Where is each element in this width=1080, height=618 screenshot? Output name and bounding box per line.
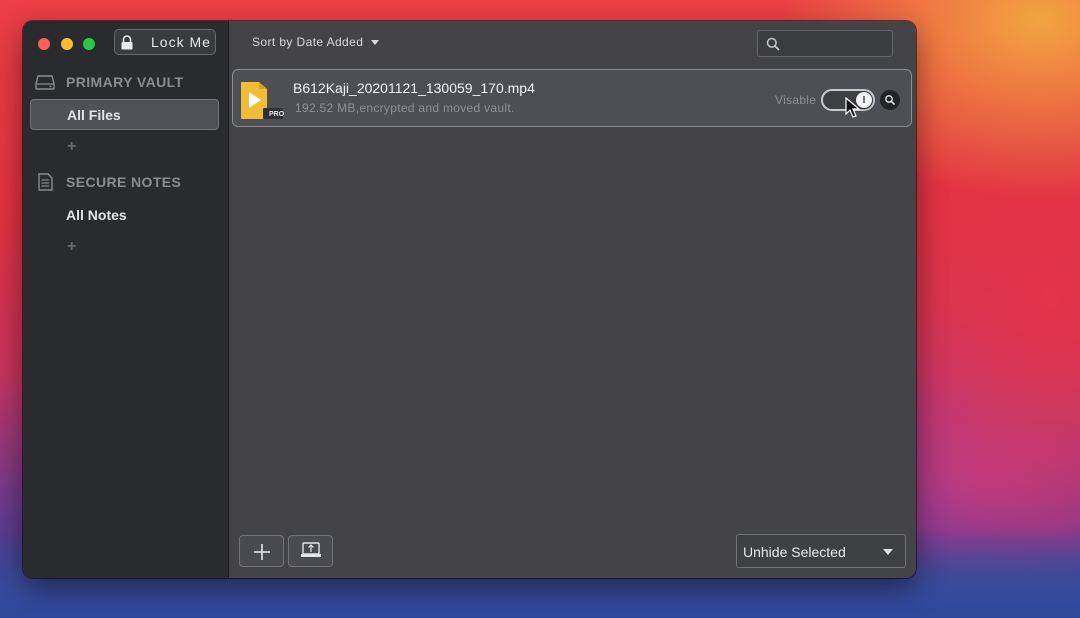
- preview-button[interactable]: [880, 90, 900, 110]
- sidebar-item-label: All Notes: [66, 207, 127, 223]
- close-window-button[interactable]: [38, 38, 50, 50]
- sidebar-item-label: All Files: [67, 107, 121, 123]
- sidebar: Lock Me PRIMARY VAULT All Files + SECURE…: [23, 21, 229, 578]
- export-usb-button[interactable]: [288, 535, 333, 567]
- unhide-label: Unhide Selected: [743, 544, 846, 560]
- main-content: Sort by Date Added PRO B612Kaji_20201121…: [229, 21, 916, 578]
- minimize-window-button[interactable]: [61, 38, 73, 50]
- sidebar-item-all-notes[interactable]: All Notes: [30, 200, 219, 231]
- file-row[interactable]: PRO B612Kaji_20201121_130059_170.mp4 192…: [232, 69, 912, 127]
- lock-icon: [121, 35, 133, 50]
- app-window: Lock Me PRIMARY VAULT All Files + SECURE…: [23, 21, 916, 578]
- zoom-window-button[interactable]: [83, 38, 95, 50]
- sort-label: Sort by Date Added: [252, 35, 364, 49]
- file-details: 192.52 MB,encrypted and moved vault.: [295, 101, 515, 115]
- drive-icon: [35, 75, 55, 90]
- search-icon: [766, 37, 780, 51]
- section-title: PRIMARY VAULT: [66, 74, 184, 90]
- chevron-down-icon: [371, 40, 380, 46]
- chevron-down-icon: [883, 549, 893, 555]
- add-vault-button[interactable]: +: [67, 138, 76, 156]
- sidebar-item-all-files[interactable]: All Files: [30, 99, 219, 130]
- search-field[interactable]: [757, 30, 893, 57]
- magnifier-icon: [885, 95, 896, 106]
- add-note-button[interactable]: +: [67, 238, 76, 256]
- lock-me-button[interactable]: Lock Me: [114, 29, 216, 55]
- usb-drive-icon: [301, 542, 321, 557]
- add-file-button[interactable]: [239, 535, 284, 567]
- section-title: SECURE NOTES: [66, 174, 182, 190]
- pro-badge: PRO: [269, 111, 285, 118]
- search-input[interactable]: [784, 34, 888, 54]
- file-name: B612Kaji_20201121_130059_170.mp4: [293, 80, 535, 96]
- sort-dropdown[interactable]: Sort by Date Added: [252, 35, 380, 49]
- plus-icon: [254, 544, 270, 560]
- mouse-pointer-icon: [845, 97, 861, 118]
- lock-me-label: Lock Me: [151, 34, 211, 50]
- visibility-label: Visable: [775, 93, 817, 107]
- unhide-selected-dropdown[interactable]: Unhide Selected: [736, 534, 906, 568]
- note-icon: [38, 173, 53, 191]
